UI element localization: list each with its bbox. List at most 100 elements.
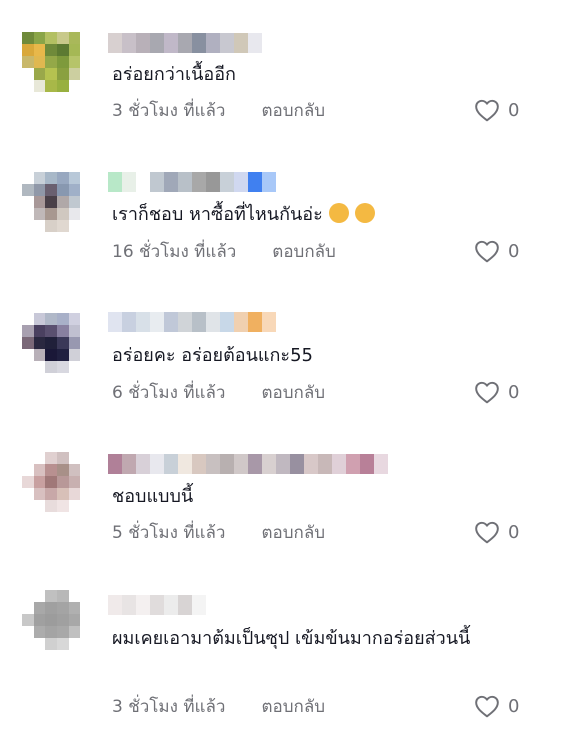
username-pixel — [150, 454, 164, 474]
username[interactable] — [108, 595, 206, 615]
avatar-pixel — [45, 220, 57, 232]
avatar-pixel — [80, 638, 92, 650]
reply-button[interactable]: ตอบกลับ — [261, 693, 325, 720]
username-pixel — [332, 454, 346, 474]
username[interactable] — [108, 454, 388, 474]
avatar-pixel — [45, 208, 57, 220]
like-count: 0 — [508, 521, 520, 543]
username-pixel — [150, 595, 164, 615]
heart-icon — [475, 99, 499, 122]
comment-text: เราก็ชอบ หาซื้อที่ไหนกันอ่ะ — [112, 200, 527, 230]
username-pixel — [164, 595, 178, 615]
like-button[interactable]: 0 — [474, 519, 519, 545]
username[interactable] — [108, 33, 262, 53]
avatar-pixel — [80, 361, 92, 373]
avatar-pixel — [57, 32, 69, 44]
username-pixel — [220, 172, 234, 192]
emoji-sweat-smile — [354, 203, 375, 223]
username[interactable] — [108, 172, 276, 192]
avatar-pixel — [80, 614, 92, 626]
avatar-pixel — [33, 476, 46, 488]
reply-button[interactable]: ตอบกลับ — [261, 97, 325, 124]
avatar-pixel — [80, 626, 92, 638]
reply-button[interactable]: ตอบกลับ — [261, 519, 325, 546]
avatar-pixel — [33, 349, 46, 361]
avatar-pixel — [80, 464, 92, 476]
like-button[interactable]: 0 — [474, 97, 519, 123]
username-pixel — [150, 312, 164, 332]
username-pixel — [136, 33, 150, 53]
username-pixel — [150, 33, 164, 53]
username-pixel — [178, 172, 192, 192]
avatar[interactable] — [22, 590, 92, 650]
avatar-pixel — [45, 500, 57, 512]
avatar-pixel — [45, 626, 57, 638]
avatar-pixel — [22, 452, 34, 464]
avatar-pixel — [57, 349, 69, 361]
avatar-pixel — [45, 349, 57, 361]
username-pixel — [360, 454, 374, 474]
avatar-pixel — [68, 500, 81, 512]
reply-button[interactable]: ตอบกลับ — [261, 379, 325, 406]
username-pixel — [108, 454, 122, 474]
username-pixel — [304, 454, 318, 474]
avatar-pixel — [22, 184, 34, 196]
avatar-pixel — [80, 590, 92, 602]
username-pixel — [178, 454, 192, 474]
avatar-pixel — [80, 184, 92, 196]
avatar-pixel — [80, 220, 92, 232]
avatar-pixel — [45, 80, 57, 92]
avatar-pixel — [57, 464, 69, 476]
comment-meta: 3 ชั่วโมง ที่แล้ว ตอบกลับ — [112, 97, 325, 123]
avatar-pixel — [57, 172, 69, 184]
username-pixel — [122, 33, 136, 53]
username-pixel — [164, 33, 178, 53]
avatar-pixel — [33, 220, 46, 232]
avatar-pixel — [68, 590, 81, 602]
avatar-pixel — [57, 488, 69, 500]
avatar-pixel — [33, 638, 46, 650]
avatar-pixel — [22, 80, 34, 92]
avatar-pixel — [80, 602, 92, 614]
avatar-pixel — [45, 476, 57, 488]
avatar-pixel — [57, 44, 69, 56]
username-pixel — [206, 33, 220, 53]
like-count: 0 — [508, 695, 520, 717]
username-pixel — [122, 172, 136, 192]
avatar-pixel — [68, 208, 81, 220]
avatar-pixel — [68, 56, 81, 68]
heart-icon — [475, 240, 499, 263]
avatar-pixel — [80, 488, 92, 500]
like-button[interactable]: 0 — [474, 238, 519, 264]
avatar-pixel — [33, 337, 46, 349]
username-pixel — [234, 33, 248, 53]
username-pixel — [122, 454, 136, 474]
avatar-pixel — [22, 196, 34, 208]
avatar-pixel — [22, 68, 34, 80]
avatar-pixel — [33, 196, 46, 208]
avatar-pixel — [80, 325, 92, 337]
username-pixel — [178, 33, 192, 53]
like-button[interactable]: 0 — [474, 379, 519, 405]
reply-button[interactable]: ตอบกลับ — [272, 238, 336, 265]
username-pixel — [108, 595, 122, 615]
username-pixel — [206, 172, 220, 192]
avatar-pixel — [22, 172, 34, 184]
avatar[interactable] — [22, 313, 92, 373]
username-pixel — [220, 454, 234, 474]
avatar-pixel — [33, 488, 46, 500]
avatar-pixel — [68, 337, 81, 349]
like-button[interactable]: 0 — [474, 693, 519, 719]
avatar-pixel — [80, 32, 92, 44]
avatar-pixel — [57, 208, 69, 220]
avatar-pixel — [68, 626, 81, 638]
avatar-pixel — [57, 614, 69, 626]
avatar[interactable] — [22, 172, 92, 232]
avatar-pixel — [57, 500, 69, 512]
username[interactable] — [108, 312, 276, 332]
avatar[interactable] — [22, 32, 92, 92]
avatar-pixel — [45, 337, 57, 349]
avatar[interactable] — [22, 452, 92, 512]
avatar-pixel — [68, 476, 81, 488]
heart-icon — [475, 381, 499, 404]
